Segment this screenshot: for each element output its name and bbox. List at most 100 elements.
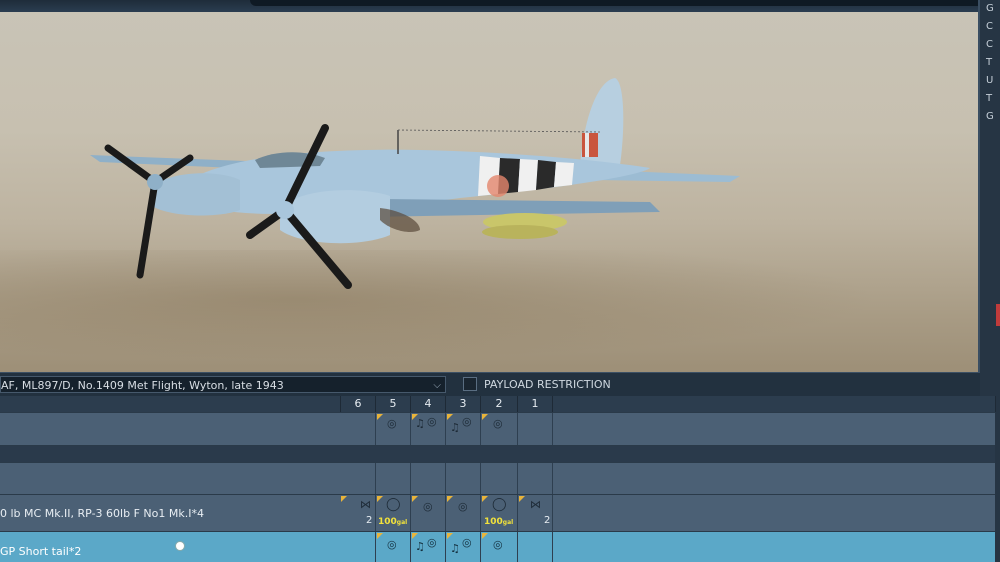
station-count: 2 — [544, 515, 551, 526]
right-panel-item: T — [986, 93, 993, 104]
bomb-icon: ◎ — [427, 415, 437, 428]
station-cell[interactable]: ♫ ◎ — [446, 413, 481, 445]
station-header: 3 — [446, 396, 481, 412]
drop-tank-2 — [482, 225, 558, 239]
station-marker — [412, 496, 418, 502]
station-marker — [447, 496, 453, 502]
loadout-row[interactable]: 0 lb MC Mk.II, RP-3 60lb F No1 Mk.I*4 ⋈ … — [0, 494, 995, 531]
station-cell[interactable]: ◎ — [376, 532, 411, 562]
right-panel-item: C — [986, 39, 993, 50]
station-marker — [412, 533, 418, 539]
stripe-4 — [536, 160, 556, 190]
radio-icon[interactable] — [175, 541, 185, 551]
payload-restriction-checkbox[interactable] — [463, 377, 477, 391]
fuel-tag: 100gal — [484, 517, 513, 527]
right-panel-item: G — [986, 3, 994, 14]
station-marker — [447, 533, 453, 539]
fin-flash-red — [582, 133, 598, 157]
bomb-icon: ◎ — [458, 500, 468, 513]
station-cell[interactable] — [411, 463, 446, 494]
station-count: 2 — [366, 515, 373, 526]
station-cell[interactable]: ◎ — [376, 413, 411, 445]
station-cell[interactable]: ◎ — [481, 532, 518, 562]
right-panel-item: T — [986, 57, 993, 68]
station-header: 2 — [481, 396, 518, 412]
bomb-icon: ◎ — [493, 417, 503, 430]
fuel-tag-value: 100 — [378, 517, 397, 527]
station-cell[interactable] — [340, 413, 376, 445]
bomb-icon: ◎ — [427, 536, 437, 549]
bomb-icon: ◎ — [423, 500, 433, 513]
station-cell[interactable]: ♫ ◎ — [446, 532, 481, 562]
nacelle-near — [280, 190, 390, 244]
drop-tank-icon: ◯ — [492, 497, 507, 512]
fuel-tag-value: 100 — [484, 517, 503, 527]
antenna-wire — [397, 129, 601, 133]
scroll-marker[interactable] — [996, 304, 1000, 326]
aircraft-preview — [90, 78, 740, 289]
right-panel-item: U — [986, 75, 994, 86]
station-marker — [482, 533, 488, 539]
bomb-icon: ◎ — [462, 415, 472, 428]
livery-select[interactable]: AF, ML897/D, No.1409 Met Flight, Wyton, … — [0, 376, 446, 393]
right-panel-item: C — [986, 21, 993, 32]
bomb-icon: ◎ — [462, 536, 472, 549]
station-marker — [377, 533, 383, 539]
station-cell[interactable]: ◎ — [446, 495, 481, 531]
station-marker — [482, 496, 488, 502]
bomb-icon: ◎ — [387, 538, 397, 551]
grid-header-spacer — [0, 396, 341, 412]
fuel-tag: 100gal — [378, 517, 407, 527]
spinner-far — [147, 174, 163, 190]
roundel — [487, 175, 509, 197]
pylon-icon: ⋈ — [360, 498, 371, 511]
fuel-tag-unit: gal — [396, 519, 408, 526]
chevron-down-icon: ⌵ — [433, 380, 441, 391]
station-cell[interactable]: ◎ — [481, 413, 518, 445]
station-cell[interactable] — [518, 413, 553, 445]
loadout-label: 0 lb MC Mk.II, RP-3 60lb F No1 Mk.I*4 — [0, 507, 204, 520]
loadout-row-empty[interactable] — [0, 462, 995, 494]
station-header: 1 — [518, 396, 553, 412]
livery-select-value: AF, ML897/D, No.1409 Met Flight, Wyton, … — [1, 379, 284, 392]
station-header: 6 — [341, 396, 376, 412]
bomb-icon: ◎ — [493, 538, 503, 551]
fuel-tag-unit: gal — [502, 519, 514, 526]
station-cell[interactable] — [481, 463, 518, 494]
payload-restriction-label: PAYLOAD RESTRICTION — [484, 378, 611, 391]
loadout-row-selected[interactable]: GP Short tail*2 ◎ ♫ ◎ ♫ ◎ ◎ — [0, 531, 995, 562]
loadout-label: GP Short tail*2 — [0, 545, 82, 558]
station-cell[interactable] — [376, 463, 411, 494]
rocket-icon: ♫ — [450, 542, 460, 555]
station-cell[interactable]: ◎ — [411, 495, 446, 531]
top-bezel — [0, 0, 1000, 12]
station-cell[interactable]: ⋈ 2 — [518, 495, 553, 531]
station-cell[interactable]: ◯ 100gal — [376, 495, 411, 531]
rocket-icon: ♫ — [450, 421, 460, 434]
station-cell[interactable] — [446, 463, 481, 494]
loadout-toolbar: AF, ML897/D, No.1409 Met Flight, Wyton, … — [0, 372, 980, 397]
bomb-icon: ◎ — [387, 417, 397, 430]
payload-grid: 6 5 4 3 2 1 ◎ ♫ ◎ ♫ ◎ ◎ 0 lb MC Mk.II, R… — [0, 396, 996, 562]
station-cell[interactable] — [340, 532, 376, 562]
station-cell[interactable] — [518, 532, 553, 562]
station-header: 5 — [376, 396, 411, 412]
rocket-icon: ♫ — [415, 417, 425, 430]
row-separator — [0, 445, 995, 462]
stripe-3 — [518, 159, 538, 192]
station-cell[interactable]: ♫ ◎ — [411, 413, 446, 445]
stripe-5 — [554, 162, 574, 187]
station-cell[interactable]: ⋈ 2 — [340, 495, 376, 531]
station-marker — [447, 414, 453, 420]
station-marker — [377, 496, 383, 502]
station-cell[interactable] — [518, 463, 553, 494]
rocket-icon: ♫ — [415, 540, 425, 553]
station-cell[interactable]: ♫ ◎ — [411, 532, 446, 562]
loadout-row[interactable]: ◎ ♫ ◎ ♫ ◎ ◎ — [0, 412, 995, 445]
mission-editor-scene: G C C T U T G AF, ML897/D, No.1409 Met F… — [0, 0, 1000, 562]
station-cell[interactable]: ◯ 100gal — [481, 495, 518, 531]
pylon-icon: ⋈ — [530, 498, 541, 511]
station-cell[interactable] — [340, 463, 376, 494]
spinner-near — [276, 201, 294, 219]
right-panel-item: G — [986, 111, 994, 122]
